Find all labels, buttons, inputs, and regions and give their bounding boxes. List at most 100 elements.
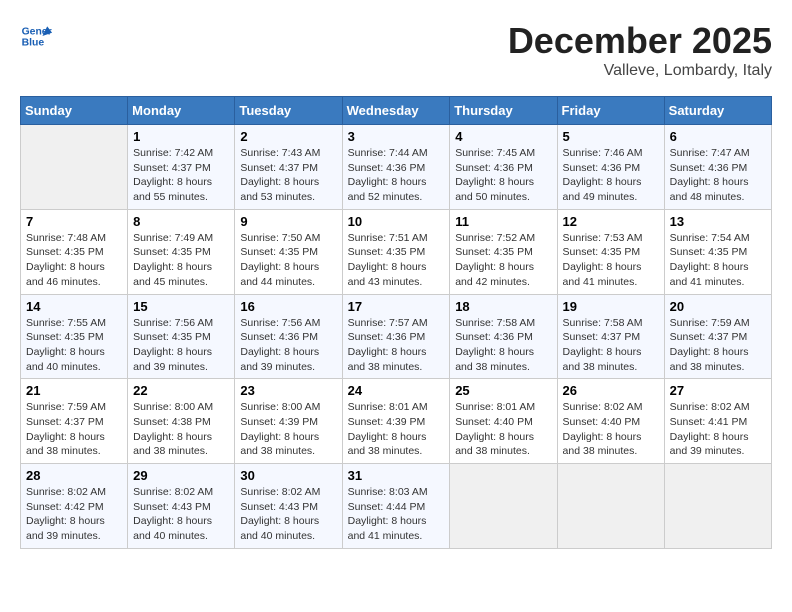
week-row-1: 1 Sunrise: 7:42 AMSunset: 4:37 PMDaylight…	[21, 125, 772, 210]
day-cell	[557, 464, 664, 549]
day-cell: 4 Sunrise: 7:45 AMSunset: 4:36 PMDaylight…	[450, 125, 557, 210]
day-number: 1	[133, 129, 229, 144]
day-info: Sunrise: 7:45 AMSunset: 4:36 PMDaylight:…	[455, 146, 551, 205]
day-number: 11	[455, 214, 551, 229]
day-cell: 26 Sunrise: 8:02 AMSunset: 4:40 PMDayligh…	[557, 379, 664, 464]
day-number: 29	[133, 468, 229, 483]
day-number: 3	[348, 129, 445, 144]
day-cell: 18Sunrise: 7:58 AMSunset: 4:36 PMDayligh…	[450, 294, 557, 379]
day-info: Sunrise: 8:03 AMSunset: 4:44 PMDaylight:…	[348, 485, 445, 544]
day-cell: 8Sunrise: 7:49 AMSunset: 4:35 PMDaylight…	[128, 209, 235, 294]
day-number: 14	[26, 299, 122, 314]
day-info: Sunrise: 8:02 AMSunset: 4:41 PMDaylight:…	[670, 400, 766, 459]
day-cell	[664, 464, 771, 549]
weekday-header-saturday: Saturday	[664, 97, 771, 125]
weekday-header-wednesday: Wednesday	[342, 97, 450, 125]
week-row-3: 14 Sunrise: 7:55 AMSunset: 4:35 PMDayligh…	[21, 294, 772, 379]
day-info: Sunrise: 8:02 AMSunset: 4:43 PMDaylight:…	[133, 485, 229, 544]
day-number: 21	[26, 383, 122, 398]
day-number: 13	[670, 214, 766, 229]
day-cell: 22 Sunrise: 8:00 AMSunset: 4:38 PMDayligh…	[128, 379, 235, 464]
day-cell: 7 Sunrise: 7:48 AMSunset: 4:35 PMDaylight…	[21, 209, 128, 294]
day-info: Sunrise: 8:02 AMSunset: 4:43 PMDaylight:…	[240, 485, 336, 544]
day-info: Sunrise: 8:01 AMSunset: 4:39 PMDaylight:…	[348, 400, 445, 459]
logo-icon: General Blue	[20, 20, 52, 52]
day-cell: 11 Sunrise: 7:52 AMSunset: 4:35 PMDayligh…	[450, 209, 557, 294]
day-number: 8	[133, 214, 229, 229]
day-cell: 1 Sunrise: 7:42 AMSunset: 4:37 PMDaylight…	[128, 125, 235, 210]
day-info: Sunrise: 7:50 AMSunset: 4:35 PMDaylight:…	[240, 231, 336, 290]
day-cell: 20 Sunrise: 7:59 AMSunset: 4:37 PMDayligh…	[664, 294, 771, 379]
day-number: 16	[240, 299, 336, 314]
day-cell: 17 Sunrise: 7:57 AMSunset: 4:36 PMDayligh…	[342, 294, 450, 379]
day-cell: 21 Sunrise: 7:59 AMSunset: 4:37 PMDayligh…	[21, 379, 128, 464]
day-cell: 19Sunrise: 7:58 AMSunset: 4:37 PMDayligh…	[557, 294, 664, 379]
day-cell: 14 Sunrise: 7:55 AMSunset: 4:35 PMDayligh…	[21, 294, 128, 379]
weekday-header-tuesday: Tuesday	[235, 97, 342, 125]
day-info: Sunrise: 7:59 AMSunset: 4:37 PMDaylight:…	[670, 316, 766, 375]
day-info: Sunrise: 7:46 AMSunset: 4:36 PMDaylight:…	[563, 146, 659, 205]
day-cell: 15 Sunrise: 7:56 AMSunset: 4:35 PMDayligh…	[128, 294, 235, 379]
day-cell: 10 Sunrise: 7:51 AMSunset: 4:35 PMDayligh…	[342, 209, 450, 294]
day-info: Sunrise: 7:56 AMSunset: 4:36 PMDaylight:…	[240, 316, 336, 375]
week-row-4: 21 Sunrise: 7:59 AMSunset: 4:37 PMDayligh…	[21, 379, 772, 464]
day-number: 26	[563, 383, 659, 398]
day-info: Sunrise: 7:47 AMSunset: 4:36 PMDaylight:…	[670, 146, 766, 205]
day-number: 4	[455, 129, 551, 144]
day-number: 17	[348, 299, 445, 314]
day-info: Sunrise: 8:00 AMSunset: 4:39 PMDaylight:…	[240, 400, 336, 459]
day-number: 20	[670, 299, 766, 314]
day-info: Sunrise: 7:52 AMSunset: 4:35 PMDaylight:…	[455, 231, 551, 290]
week-row-2: 7 Sunrise: 7:48 AMSunset: 4:35 PMDaylight…	[21, 209, 772, 294]
calendar-table: SundayMondayTuesdayWednesdayThursdayFrid…	[20, 96, 772, 549]
day-cell: 23Sunrise: 8:00 AMSunset: 4:39 PMDayligh…	[235, 379, 342, 464]
day-info: Sunrise: 8:01 AMSunset: 4:40 PMDaylight:…	[455, 400, 551, 459]
weekday-header-sunday: Sunday	[21, 97, 128, 125]
day-number: 12	[563, 214, 659, 229]
weekday-header-row: SundayMondayTuesdayWednesdayThursdayFrid…	[21, 97, 772, 125]
day-info: Sunrise: 8:00 AMSunset: 4:38 PMDaylight:…	[133, 400, 229, 459]
day-cell: 9 Sunrise: 7:50 AMSunset: 4:35 PMDaylight…	[235, 209, 342, 294]
day-cell: 13 Sunrise: 7:54 AMSunset: 4:35 PMDayligh…	[664, 209, 771, 294]
day-cell: 12 Sunrise: 7:53 AMSunset: 4:35 PMDayligh…	[557, 209, 664, 294]
day-number: 10	[348, 214, 445, 229]
day-cell: 27 Sunrise: 8:02 AMSunset: 4:41 PMDayligh…	[664, 379, 771, 464]
weekday-header-friday: Friday	[557, 97, 664, 125]
day-cell	[450, 464, 557, 549]
day-number: 2	[240, 129, 336, 144]
day-info: Sunrise: 7:42 AMSunset: 4:37 PMDaylight:…	[133, 146, 229, 205]
day-info: Sunrise: 8:02 AMSunset: 4:40 PMDaylight:…	[563, 400, 659, 459]
weekday-header-monday: Monday	[128, 97, 235, 125]
day-info: Sunrise: 7:56 AMSunset: 4:35 PMDaylight:…	[133, 316, 229, 375]
day-number: 18	[455, 299, 551, 314]
month-title: December 2025	[508, 20, 772, 62]
day-cell: 16 Sunrise: 7:56 AMSunset: 4:36 PMDayligh…	[235, 294, 342, 379]
day-info: Sunrise: 7:54 AMSunset: 4:35 PMDaylight:…	[670, 231, 766, 290]
day-info: Sunrise: 7:48 AMSunset: 4:35 PMDaylight:…	[26, 231, 122, 290]
page-header: General Blue December 2025 Valleve, Lomb…	[20, 20, 772, 80]
day-number: 7	[26, 214, 122, 229]
calendar-body: 1 Sunrise: 7:42 AMSunset: 4:37 PMDaylight…	[21, 125, 772, 549]
day-info: Sunrise: 7:51 AMSunset: 4:35 PMDaylight:…	[348, 231, 445, 290]
day-cell: 3 Sunrise: 7:44 AMSunset: 4:36 PMDaylight…	[342, 125, 450, 210]
day-number: 27	[670, 383, 766, 398]
day-info: Sunrise: 7:55 AMSunset: 4:35 PMDaylight:…	[26, 316, 122, 375]
svg-text:Blue: Blue	[22, 38, 45, 49]
day-number: 22	[133, 383, 229, 398]
weekday-header-thursday: Thursday	[450, 97, 557, 125]
day-cell: 29 Sunrise: 8:02 AMSunset: 4:43 PMDayligh…	[128, 464, 235, 549]
day-number: 25	[455, 383, 551, 398]
day-number: 28	[26, 468, 122, 483]
day-cell: 30Sunrise: 8:02 AMSunset: 4:43 PMDayligh…	[235, 464, 342, 549]
day-info: Sunrise: 7:59 AMSunset: 4:37 PMDaylight:…	[26, 400, 122, 459]
day-number: 19	[563, 299, 659, 314]
title-block: December 2025 Valleve, Lombardy, Italy	[508, 20, 772, 80]
day-number: 15	[133, 299, 229, 314]
day-info: Sunrise: 8:02 AMSunset: 4:42 PMDaylight:…	[26, 485, 122, 544]
day-info: Sunrise: 7:57 AMSunset: 4:36 PMDaylight:…	[348, 316, 445, 375]
day-info: Sunrise: 7:53 AMSunset: 4:35 PMDaylight:…	[563, 231, 659, 290]
day-number: 9	[240, 214, 336, 229]
day-info: Sunrise: 7:44 AMSunset: 4:36 PMDaylight:…	[348, 146, 445, 205]
day-cell	[21, 125, 128, 210]
location-title: Valleve, Lombardy, Italy	[508, 62, 772, 80]
